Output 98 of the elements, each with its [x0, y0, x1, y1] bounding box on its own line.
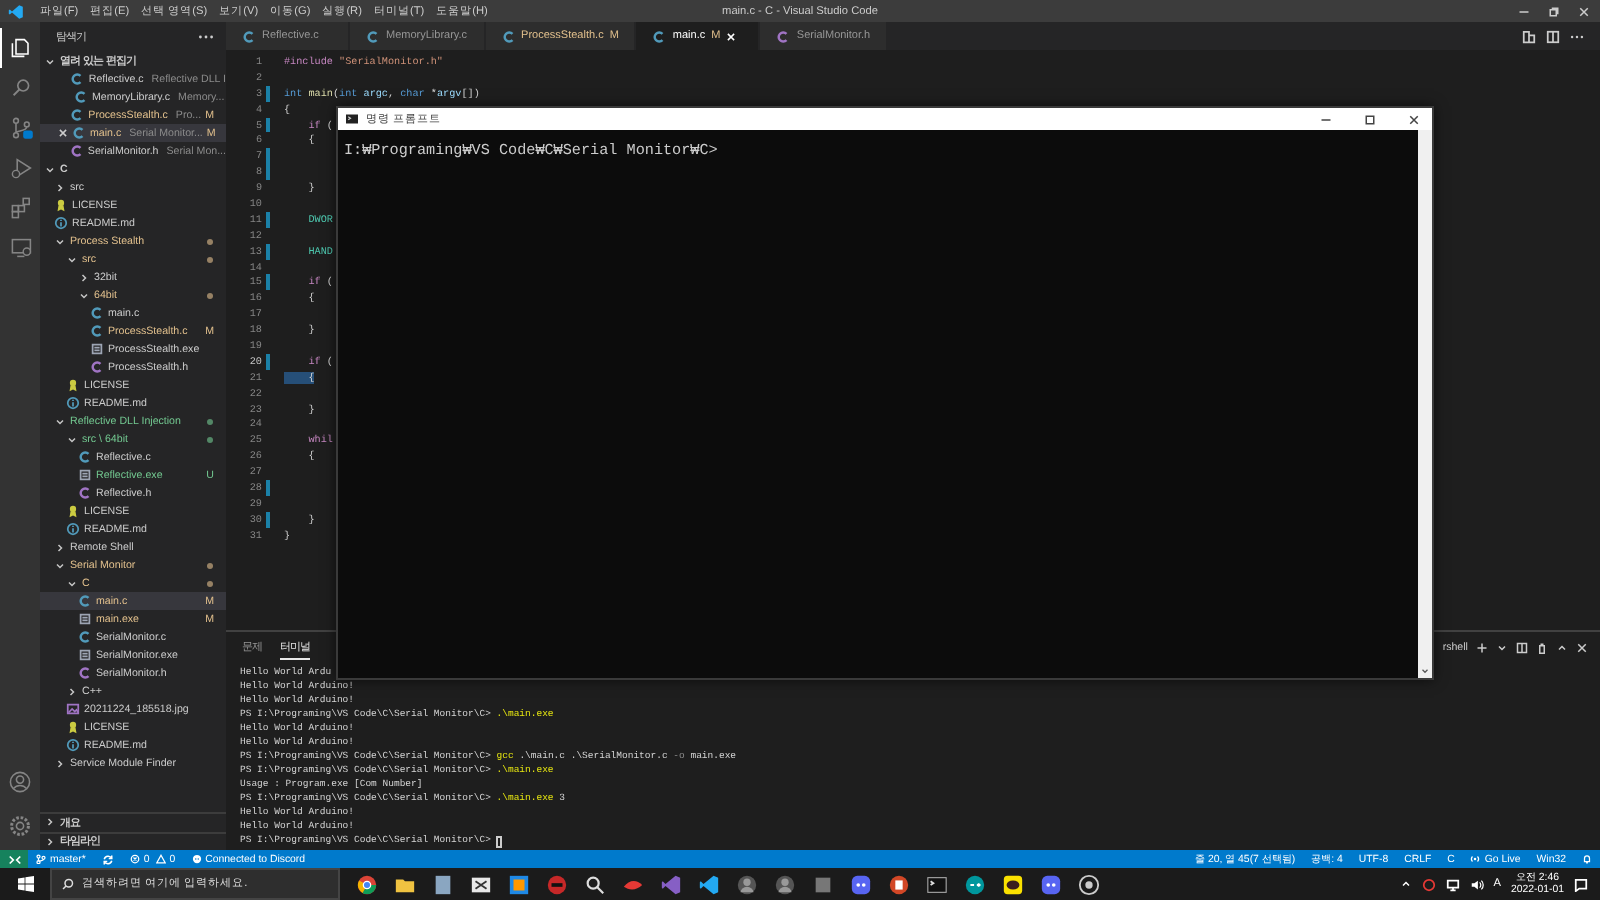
modified-dot-icon — [206, 579, 214, 587]
chevron-down-icon[interactable] — [54, 235, 66, 247]
modified-dot-icon — [206, 435, 214, 443]
h-file-icon — [78, 666, 92, 680]
app-icon[interactable] — [432, 873, 454, 895]
h-file-icon — [69, 144, 84, 158]
console-icon — [346, 114, 358, 124]
app-icon[interactable] — [470, 873, 492, 895]
error-icon — [129, 854, 140, 864]
chevron-right-icon[interactable] — [54, 757, 66, 769]
modified-dot-icon — [206, 417, 214, 425]
ribbon-icon — [66, 378, 80, 392]
restore-icon[interactable] — [1548, 5, 1560, 17]
chevron-right-icon[interactable] — [78, 271, 90, 283]
remote-indicator[interactable] — [0, 850, 28, 868]
close-icon[interactable] — [1408, 113, 1420, 125]
chevron-right-icon[interactable] — [44, 835, 56, 848]
remote-icon — [7, 853, 21, 865]
explorer-icon[interactable] — [9, 36, 33, 60]
c-file-icon — [366, 29, 380, 43]
split-terminal-icon[interactable] — [1516, 641, 1528, 653]
c-file-icon — [78, 594, 92, 608]
vscode-icon[interactable] — [698, 873, 720, 895]
remote-explorer-icon[interactable] — [9, 236, 33, 260]
scrollbar[interactable] — [1418, 130, 1432, 678]
broadcast-icon — [1470, 854, 1481, 864]
more-icon[interactable] — [1570, 33, 1584, 39]
chevron-right-icon[interactable] — [66, 685, 78, 697]
chevron-right-icon[interactable] — [44, 816, 56, 829]
chevron-down-icon[interactable] — [66, 433, 78, 445]
info-icon — [66, 738, 80, 752]
chevron-down-icon[interactable] — [66, 253, 78, 265]
chevron-down-icon[interactable] — [1420, 666, 1430, 676]
modified-dot-icon — [206, 291, 214, 299]
ribbon-icon — [66, 720, 80, 734]
app-icon[interactable] — [508, 873, 530, 895]
modified-dot-icon — [206, 561, 214, 569]
chevron-right-icon[interactable] — [54, 181, 66, 193]
h-file-icon — [78, 486, 92, 500]
source-control-icon[interactable] — [9, 116, 33, 140]
minimize-icon[interactable] — [1518, 5, 1530, 17]
chevron-down-icon[interactable] — [78, 289, 90, 301]
chevron-down-icon[interactable] — [44, 55, 56, 67]
image-file-icon — [66, 702, 80, 716]
chevron-up-icon[interactable] — [1556, 641, 1568, 653]
exe-file-icon — [78, 648, 92, 662]
exe-file-icon — [78, 468, 92, 482]
ribbon-icon — [54, 198, 68, 212]
visual-studio-icon[interactable] — [660, 873, 682, 895]
bell-icon[interactable] — [1582, 854, 1592, 864]
chat-bubble-icon[interactable] — [1002, 873, 1024, 895]
split-editor-icon[interactable] — [1546, 29, 1560, 43]
c-file-icon — [242, 29, 256, 43]
info-icon — [66, 396, 80, 410]
branch-icon — [36, 854, 46, 864]
maximize-icon[interactable] — [1364, 113, 1376, 125]
more-icon[interactable] — [198, 34, 214, 40]
minimize-icon[interactable] — [1320, 113, 1332, 125]
speaker-icon[interactable] — [1469, 877, 1484, 891]
chevron-down-icon[interactable] — [54, 415, 66, 427]
h-file-icon — [90, 360, 104, 374]
plus-icon[interactable] — [1476, 641, 1488, 653]
c-file-icon — [78, 450, 92, 464]
compare-icon[interactable] — [1522, 29, 1536, 43]
c-file-icon — [78, 630, 92, 644]
c-file-icon — [501, 29, 516, 43]
exe-file-icon — [90, 342, 104, 356]
h-file-icon — [776, 29, 791, 43]
windows-logo-icon[interactable] — [18, 876, 34, 892]
aperture-icon[interactable] — [1078, 873, 1100, 895]
presentation-icon[interactable] — [888, 873, 910, 895]
chevron-down-icon[interactable] — [54, 559, 66, 571]
chevron-down-icon[interactable] — [44, 163, 56, 175]
c-file-icon — [652, 29, 667, 43]
search-icon[interactable] — [584, 873, 606, 895]
sync-icon[interactable] — [101, 853, 114, 865]
notification-icon[interactable] — [1574, 877, 1588, 891]
modified-dot-icon — [206, 255, 214, 263]
browser-icon[interactable] — [356, 873, 378, 895]
modified-dot-icon — [206, 237, 214, 245]
account-icon[interactable] — [8, 770, 32, 794]
exe-file-icon — [78, 612, 92, 626]
search-icon — [62, 878, 74, 890]
terminal-icon[interactable] — [926, 873, 948, 895]
settings-icon[interactable] — [8, 814, 32, 838]
trash-icon[interactable] — [1536, 641, 1548, 653]
avatar-icon[interactable] — [774, 873, 796, 895]
avatar-icon[interactable] — [736, 873, 758, 895]
ribbon-icon — [66, 504, 80, 518]
chevron-right-icon[interactable] — [54, 541, 66, 553]
run-debug-icon[interactable] — [9, 156, 33, 180]
info-icon — [54, 216, 68, 230]
vscode-logo-icon[interactable] — [8, 3, 24, 19]
info-icon — [66, 522, 80, 536]
warning-icon — [155, 854, 166, 864]
extensions-icon[interactable] — [9, 196, 33, 220]
chevron-down-icon[interactable] — [66, 577, 78, 589]
network-icon[interactable] — [1445, 877, 1460, 891]
